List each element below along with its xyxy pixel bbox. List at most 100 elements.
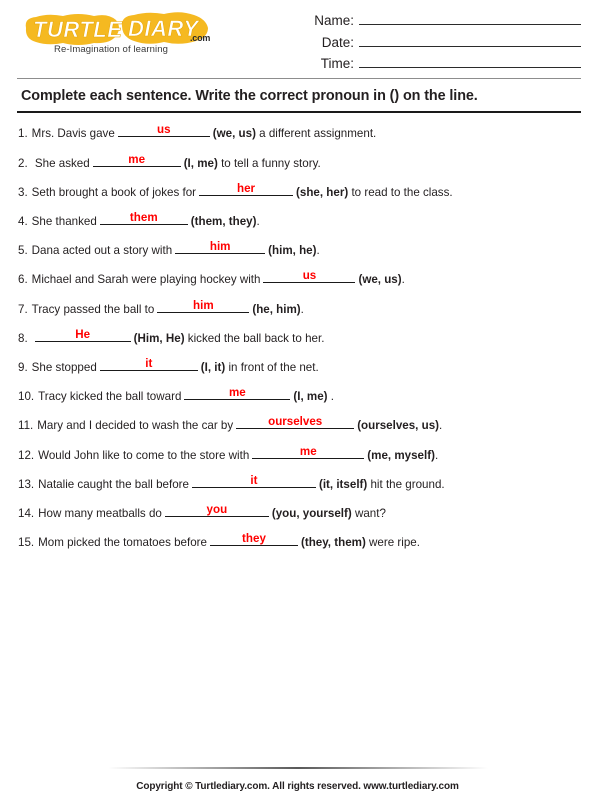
question-text-after-blank: kicked the ball back to her. bbox=[184, 331, 325, 345]
question-text-after-blank: to tell a funny story. bbox=[217, 156, 321, 170]
answer-blank[interactable]: it bbox=[191, 473, 316, 488]
answer-blank[interactable]: me bbox=[252, 444, 365, 459]
answer-blank[interactable]: me bbox=[92, 152, 181, 167]
question-text-before-blank: Dana acted out a story with bbox=[31, 244, 173, 258]
answer-text: it bbox=[250, 473, 258, 487]
question-row: 1. Mrs. Davis gave us (we, us) a different … bbox=[18, 123, 581, 152]
answer-blank[interactable]: us bbox=[117, 123, 210, 138]
answer-text: me bbox=[299, 444, 317, 458]
answer-text: they bbox=[242, 532, 266, 546]
question-text-after-blank: . bbox=[316, 244, 320, 258]
student-info-fields: Name: Date: Time: bbox=[248, 6, 581, 76]
field-row-name: Name: bbox=[248, 11, 581, 28]
answer-text: He bbox=[75, 327, 91, 341]
question-row: 2. She asked me (I, me) to tell a funny st… bbox=[18, 153, 581, 182]
answer-blank[interactable]: him bbox=[157, 298, 250, 313]
answer-blank[interactable]: us bbox=[263, 269, 356, 284]
question-text-before-blank: Seth brought a book of jokes for bbox=[31, 185, 197, 199]
answer-blank[interactable]: her bbox=[199, 182, 294, 196]
name-field-input[interactable] bbox=[359, 11, 581, 25]
answer-blank[interactable]: them bbox=[99, 211, 188, 226]
answer-text: me bbox=[128, 152, 146, 166]
question-number: 11. bbox=[18, 419, 34, 433]
question-text-before-blank: Mary and I decided to wash the car by bbox=[37, 419, 234, 433]
question-text-after-blank: want? bbox=[351, 506, 386, 520]
question-number: 5. bbox=[18, 244, 28, 258]
pronoun-choices: (ourselves, us) bbox=[357, 419, 440, 433]
answer-blank[interactable]: ourselves bbox=[236, 415, 355, 430]
answer-blank[interactable]: they bbox=[209, 532, 298, 547]
question-text-before-blank: How many meatballs do bbox=[38, 506, 162, 520]
question-text-before-blank: She stopped bbox=[31, 360, 97, 374]
answer-text: him bbox=[193, 298, 214, 312]
question-text-after-blank: . bbox=[439, 419, 443, 433]
question-number: 10. bbox=[18, 390, 35, 404]
question-number: 13. bbox=[18, 477, 35, 491]
answer-text: it bbox=[145, 356, 153, 370]
question-text-before-blank: Mrs. Davis gave bbox=[31, 127, 115, 141]
logo-tagline: Re-Imagination of learning bbox=[54, 44, 169, 55]
question-number: 1. bbox=[18, 127, 28, 141]
question-number: 3. bbox=[18, 185, 28, 199]
question-text-after-blank: . bbox=[401, 273, 405, 287]
question-row: 9. She stopped it (I, it) in front of the n… bbox=[18, 357, 581, 386]
pronoun-choices: (he, him) bbox=[252, 302, 301, 316]
pronoun-choices: (she, her) bbox=[296, 185, 349, 199]
answer-text: ourselves bbox=[268, 415, 323, 429]
question-text-after-blank: to read to the class. bbox=[348, 185, 453, 199]
pronoun-choices: (him, he) bbox=[268, 244, 317, 258]
pronoun-choices: (me, myself) bbox=[367, 448, 435, 462]
question-number: 7. bbox=[18, 302, 28, 316]
page-footer: Copyright © Turtlediary.com. All rights … bbox=[0, 767, 595, 792]
answer-blank[interactable]: him bbox=[175, 240, 266, 255]
questions-list: 1. Mrs. Davis gave us (we, us) a different … bbox=[18, 123, 581, 561]
answer-text: us bbox=[302, 269, 317, 283]
question-text-after-blank: . bbox=[300, 302, 304, 316]
answer-blank[interactable]: you bbox=[164, 503, 269, 517]
pronoun-choices: (it, itself) bbox=[318, 477, 368, 491]
brand-logo[interactable]: TURTLE DIARY .com Re-Imagination of lear… bbox=[18, 6, 248, 55]
pronoun-choices: (Him, He) bbox=[133, 331, 185, 345]
question-number: 12. bbox=[18, 448, 35, 462]
question-text-before-blank: She asked bbox=[31, 156, 90, 170]
page-header: TURTLE DIARY .com Re-Imagination of lear… bbox=[0, 0, 595, 72]
question-text-before-blank: Michael and Sarah were playing hockey wi… bbox=[31, 273, 261, 287]
question-text-after-blank: . bbox=[327, 390, 334, 404]
pronoun-choices: (we, us) bbox=[212, 127, 256, 141]
question-row: 10. Tracy kicked the ball toward me (I, me)… bbox=[18, 386, 581, 415]
copyright-text: Copyright © Turtlediary.com. All rights … bbox=[136, 781, 459, 792]
question-row: 3. Seth brought a book of jokes for her (sh… bbox=[18, 182, 581, 211]
question-number: 2. bbox=[18, 156, 28, 170]
answer-text: us bbox=[157, 123, 171, 137]
worksheet-instruction: Complete each sentence. Write the correc… bbox=[17, 78, 581, 114]
question-text-after-blank: . bbox=[434, 448, 439, 462]
svg-text:TURTLE: TURTLE bbox=[33, 17, 123, 42]
answer-blank[interactable]: it bbox=[99, 356, 198, 371]
answer-blank[interactable]: He bbox=[34, 327, 131, 342]
question-row: 14. How many meatballs do you (you, yoursel… bbox=[18, 503, 581, 532]
question-row: 6. Michael and Sarah were playing hockey … bbox=[18, 269, 581, 298]
time-field-input[interactable] bbox=[359, 54, 581, 68]
pronoun-choices: (I, it) bbox=[200, 360, 226, 374]
answer-blank[interactable]: me bbox=[184, 386, 291, 401]
time-field-label: Time: bbox=[320, 56, 354, 71]
pronoun-choices: (they, them) bbox=[300, 536, 366, 550]
question-number: 4. bbox=[18, 215, 28, 229]
question-text-before-blank: Tracy passed the ball to bbox=[31, 302, 155, 316]
footer-divider bbox=[107, 767, 488, 769]
answer-text: me bbox=[229, 386, 246, 400]
question-row: 7. Tracy passed the ball to him (he, him). bbox=[18, 299, 581, 328]
question-row: 4. She thanked them (them, they). bbox=[18, 211, 581, 240]
question-number: 14. bbox=[18, 506, 35, 520]
question-text-after-blank: in front of the net. bbox=[225, 360, 319, 374]
question-row: 12. Would John like to come to the store … bbox=[18, 445, 581, 474]
question-text-after-blank: . bbox=[256, 215, 260, 229]
answer-text: him bbox=[209, 240, 231, 254]
question-row: 13. Natalie caught the ball before it (it, … bbox=[18, 474, 581, 503]
pronoun-choices: (them, they) bbox=[190, 215, 257, 229]
question-text-after-blank: hit the ground. bbox=[367, 477, 445, 491]
date-field-input[interactable] bbox=[359, 33, 581, 47]
question-text-before-blank: Natalie caught the ball before bbox=[38, 477, 189, 491]
pronoun-choices: (I, me) bbox=[183, 156, 218, 170]
question-text-after-blank: were ripe. bbox=[365, 536, 420, 550]
